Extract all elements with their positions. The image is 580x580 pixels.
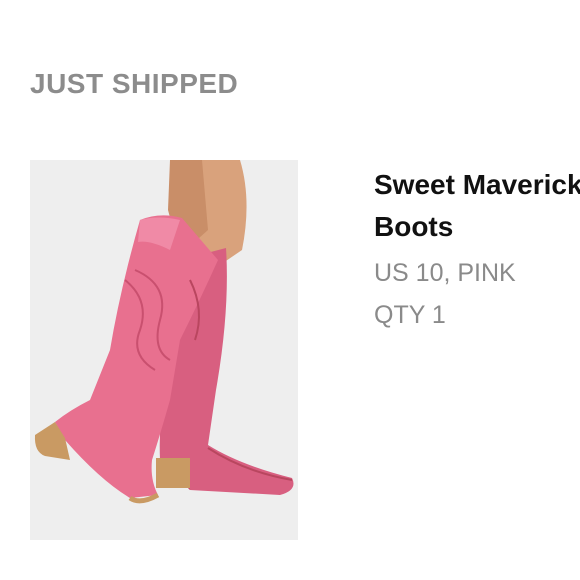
order-status-card: JUST SHIPPED Sweet Maverick Boots US 10,… bbox=[0, 0, 580, 580]
product-image[interactable] bbox=[30, 160, 298, 540]
pink-boots-illustration bbox=[30, 160, 298, 540]
back-boot-heel bbox=[156, 458, 190, 488]
product-name[interactable]: Sweet Maverick Boots bbox=[374, 164, 580, 248]
product-variant: US 10, PINK bbox=[374, 259, 516, 287]
product-quantity: QTY 1 bbox=[374, 301, 446, 329]
product-info: Sweet Maverick Boots US 10, PINK QTY 1 bbox=[374, 164, 580, 330]
shipment-status-heading: JUST SHIPPED bbox=[30, 68, 239, 99]
